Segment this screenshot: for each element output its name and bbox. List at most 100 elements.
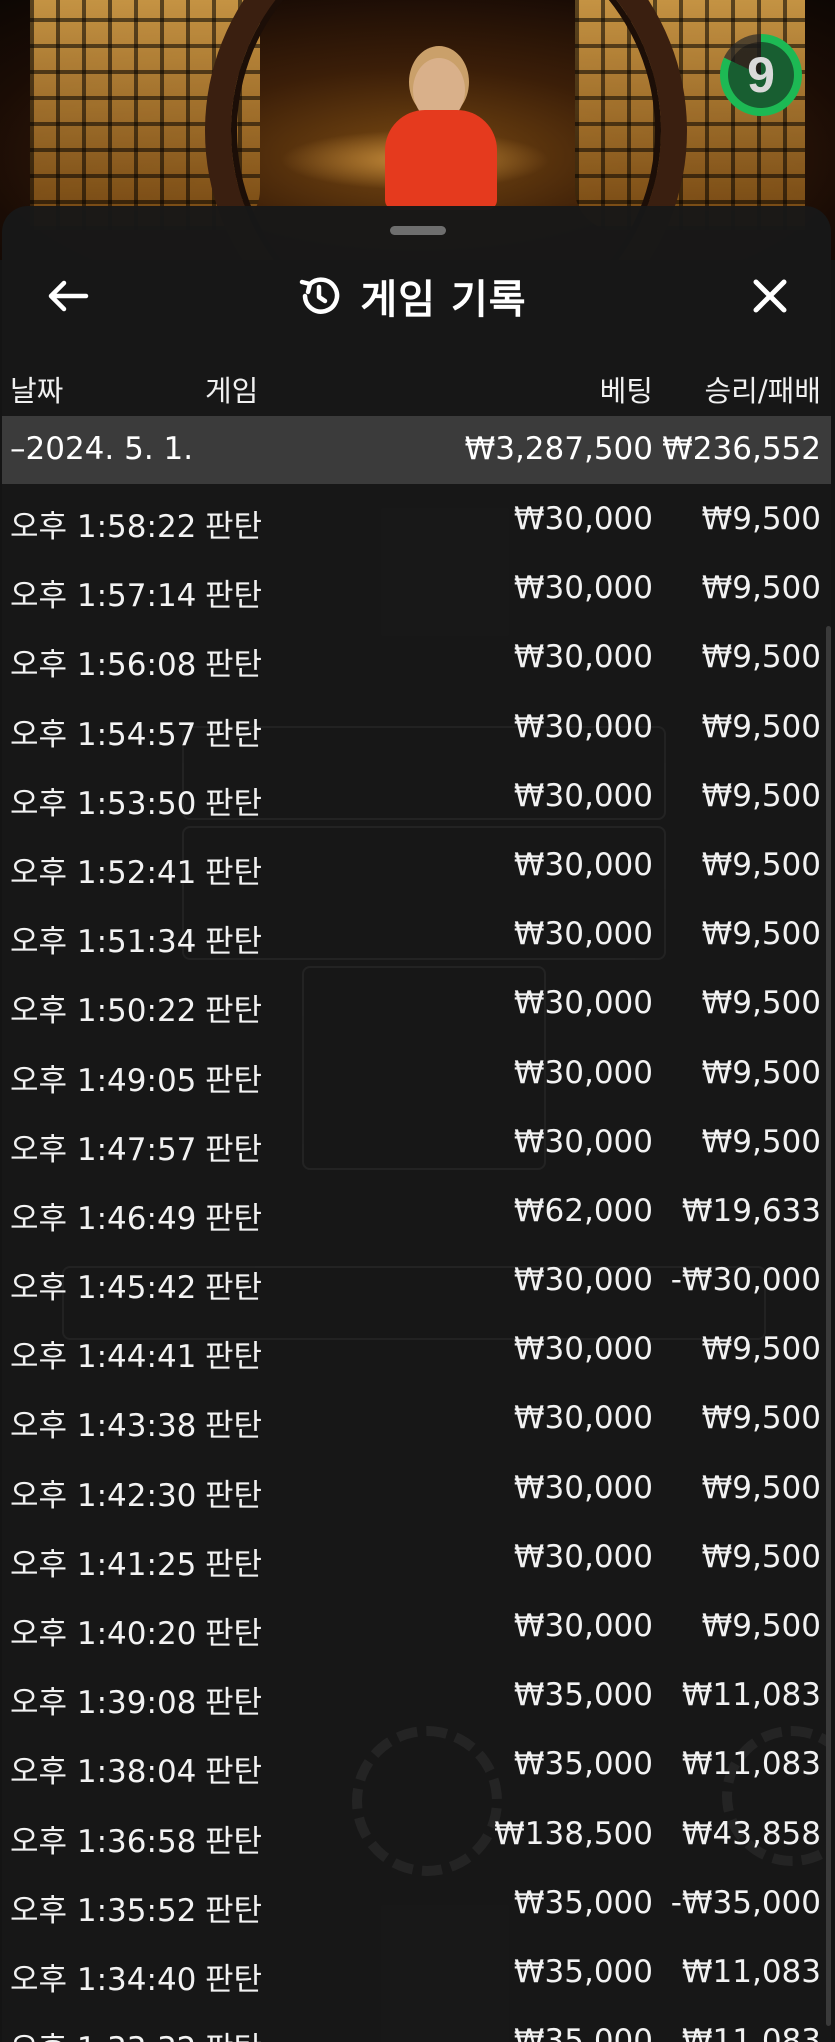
row-game: 판탄 [205,716,263,753]
table-row[interactable]: 오후 1:53:50 판탄 ₩30,000 ₩9,500 [2,761,831,830]
row-result: ₩9,500 [701,570,821,607]
row-bet: ₩35,000 [513,1677,653,1714]
table-row[interactable]: 오후 1:49:05 판탄 ₩30,000 ₩9,500 [2,1038,831,1107]
row-result: ₩9,500 [701,1538,821,1575]
row-bet: ₩30,000 [513,916,653,953]
row-time: 오후 1:40:20 [10,1616,197,1652]
row-game: 판탄 [205,854,263,891]
row-time: 오후 1:56:08 [10,647,197,684]
date-group-row[interactable]: –2024. 5. 1. ₩3,287,500 ₩236,552 [2,416,831,484]
table-row[interactable]: 오후 1:33:32 판탄 ₩35,000 ₩11,083 [2,2006,831,2042]
row-bet: ₩30,000 [513,1538,653,1575]
row-game: 판탄 [205,1062,263,1099]
row-result: ₩9,500 [701,1469,821,1506]
row-game: 판탄 [205,924,263,961]
table-header: 날짜 게임 베팅 승리/패배 [2,354,831,416]
countdown-value: 9 [728,42,794,108]
row-result: ₩11,083 [681,1677,821,1714]
row-time: 오후 1:34:40 [10,1961,197,1998]
row-game: 판탄 [205,1892,263,1929]
history-icon [300,277,340,314]
countdown-timer: 9 [720,34,802,116]
row-time: 오후 1:41:25 [10,1546,197,1583]
row-time: 오후 1:35:52 [10,1892,197,1929]
row-bet: ₩30,000 [513,1608,653,1644]
row-result: ₩9,500 [701,708,821,745]
table-row[interactable]: 오후 1:39:08 판탄 ₩35,000 ₩11,083 [2,1660,831,1729]
row-time: 오후 1:47:57 [10,1131,197,1168]
table-row[interactable]: 오후 1:46:49 판탄 ₩62,000 ₩19,633 [2,1176,831,1245]
row-bet: ₩30,000 [513,501,653,537]
row-time: 오후 1:54:57 [10,716,197,753]
table-row[interactable]: 오후 1:47:57 판탄 ₩30,000 ₩9,500 [2,1107,831,1176]
drag-handle[interactable] [390,226,446,235]
row-time: 오후 1:51:34 [10,924,197,961]
table-row[interactable]: 오후 1:38:04 판탄 ₩35,000 ₩11,083 [2,1729,831,1798]
table-row[interactable]: 오후 1:36:58 판탄 ₩138,500 ₩43,858 [2,1799,831,1868]
table-row[interactable]: 오후 1:50:22 판탄 ₩30,000 ₩9,500 [2,968,831,1037]
row-result: -₩30,000 [670,1262,821,1299]
row-game: 판탄 [205,509,263,545]
table-row[interactable]: 오후 1:45:42 판탄 ₩30,000 -₩30,000 [2,1245,831,1314]
row-result: ₩9,500 [701,846,821,883]
row-game: 판탄 [205,1339,263,1376]
row-bet: ₩30,000 [513,777,653,814]
row-bet: ₩30,000 [513,1123,653,1160]
row-bet: ₩30,000 [513,1469,653,1506]
row-game: 판탄 [205,1200,263,1237]
row-game: 판탄 [205,647,263,684]
row-bet: ₩30,000 [513,1331,653,1368]
table-row[interactable]: 오후 1:51:34 판탄 ₩30,000 ₩9,500 [2,899,831,968]
table-row[interactable]: 오후 1:56:08 판탄 ₩30,000 ₩9,500 [2,622,831,691]
table-row[interactable]: 오후 1:35:52 판탄 ₩35,000 -₩35,000 [2,1868,831,1937]
scrollbar[interactable] [826,626,831,2026]
row-game: 판탄 [205,1754,263,1791]
row-time: 오후 1:46:49 [10,1200,197,1237]
row-result: ₩9,500 [701,1123,821,1160]
row-bet: ₩30,000 [513,1262,653,1299]
date-group-result-total: ₩236,552 [662,431,821,467]
table-row[interactable]: 오후 1:42:30 판탄 ₩30,000 ₩9,500 [2,1453,831,1522]
row-bet: ₩30,000 [513,639,653,676]
panel-title-group: 게임 기록 [2,250,831,342]
row-result: ₩11,083 [681,1746,821,1783]
row-time: 오후 1:53:50 [10,785,197,822]
row-bet: ₩35,000 [513,1746,653,1783]
column-header-result: 승리/패배 [704,374,822,408]
row-time: 오후 1:58:22 [10,509,197,545]
row-game: 판탄 [205,1131,263,1168]
row-result: ₩19,633 [681,1192,821,1229]
column-header-bet: 베팅 [599,374,653,408]
table-row[interactable]: 오후 1:43:38 판탄 ₩30,000 ₩9,500 [2,1383,831,1452]
row-game: 판탄 [205,1477,263,1514]
table-row[interactable]: 오후 1:54:57 판탄 ₩30,000 ₩9,500 [2,692,831,761]
row-game: 판탄 [205,1270,263,1307]
row-time: 오후 1:43:38 [10,1408,197,1445]
row-game: 판탄 [205,1961,263,1998]
table-row[interactable]: 오후 1:57:14 판탄 ₩30,000 ₩9,500 [2,553,831,622]
row-bet: ₩35,000 [513,1884,653,1921]
column-header-game: 게임 [205,374,259,408]
row-game: 판탄 [205,993,263,1030]
row-time: 오후 1:49:05 [10,1062,197,1099]
table-row[interactable]: 오후 1:52:41 판탄 ₩30,000 ₩9,500 [2,830,831,899]
row-result: ₩11,083 [681,2023,821,2042]
table-row[interactable]: 오후 1:44:41 판탄 ₩30,000 ₩9,500 [2,1314,831,1383]
close-icon [753,279,787,313]
row-result: ₩43,858 [681,1815,821,1852]
row-time: 오후 1:52:41 [10,854,197,891]
panel-header: 게임 기록 [2,250,831,342]
table-row[interactable]: 오후 1:41:25 판탄 ₩30,000 ₩9,500 [2,1522,831,1591]
table-row[interactable]: 오후 1:34:40 판탄 ₩35,000 ₩11,083 [2,1937,831,2006]
row-result: ₩11,083 [681,1953,821,1990]
row-game: 판탄 [205,1823,263,1860]
row-bet: ₩30,000 [513,1054,653,1091]
history-rows: 오후 1:58:22 판탄 ₩30,000 ₩9,500 오후 1:57:14 판탄 ₩30… [2,484,831,2042]
table-row[interactable]: 오후 1:58:22 판탄 ₩30,000 ₩9,500 [2,484,831,553]
row-time: 오후 1:57:14 [10,578,197,615]
close-button[interactable] [742,270,798,322]
row-bet: ₩35,000 [513,2023,653,2042]
row-bet: ₩30,000 [513,846,653,883]
table-row[interactable]: 오후 1:40:20 판탄 ₩30,000 ₩9,500 [2,1591,831,1660]
row-game: 판탄 [205,1685,263,1722]
